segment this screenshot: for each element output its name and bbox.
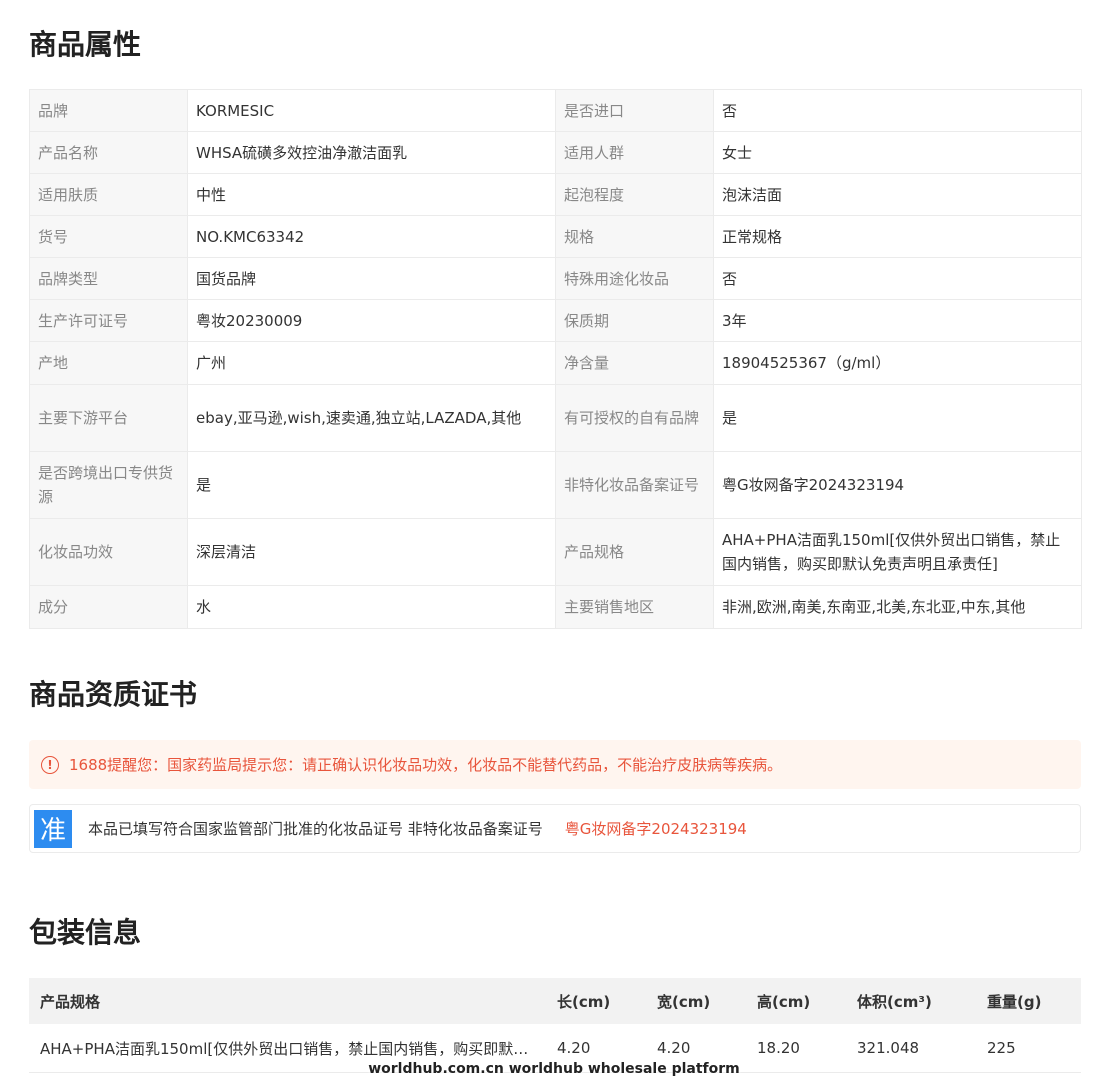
attribute-key: 有可授权的自有品牌 [555,384,714,452]
attribute-key: 净含量 [555,341,714,385]
attribute-value: 广州 [187,341,556,385]
attribute-value: 中性 [187,173,556,216]
attribute-key: 产品规格 [555,518,714,586]
attribute-key: 起泡程度 [555,173,714,216]
attribute-key: 产地 [29,341,188,385]
warning-icon: ! [41,755,59,774]
attribute-value: 粤G妆网备字2024323194 [713,451,1082,519]
attribute-value: 国货品牌 [187,257,556,300]
attribute-value: 3年 [713,299,1082,342]
attribute-key: 规格 [555,215,714,258]
attribute-row: 产地 广州 净含量 18904525367（g/ml） [29,341,1082,385]
attribute-value: 粤妆20230009 [187,299,556,342]
attribute-value: KORMESIC [187,89,556,132]
attribute-key: 适用肤质 [29,173,188,216]
certificate-row: 准 本品已填写符合国家监管部门批准的化妆品证号 非特化妆品备案证号 粤G妆网备字… [29,804,1081,853]
section-title-certificates: 商品资质证书 [29,678,198,711]
attribute-key: 是否跨境出口专供货源 [29,451,188,519]
package-header: 宽(cm) [646,978,746,1024]
attribute-value: 是 [713,384,1082,452]
attribute-key: 是否进口 [555,89,714,132]
attribute-value: 水 [187,585,556,629]
attribute-row: 成分水主要销售地区 非洲,欧洲,南美,东南亚,北美,东北亚,中东,其他 [29,585,1082,629]
attribute-key: 非特化妆品备案证号 [555,451,714,519]
attribute-row: 主要下游平台 ebay,亚马逊,wish,速卖通,独立站,LAZADA,其他 有可授… [29,384,1082,452]
package-header: 长(cm) [546,978,646,1024]
attribute-row: 品牌类型 国货品牌 特殊用途化妆品否 [29,257,1082,300]
attribute-value: 18904525367（g/ml） [713,341,1082,385]
attribute-key: 主要销售地区 [555,585,714,629]
attribute-row: 是否跨境出口专供货源是非特化妆品备案证号 粤G妆网备字2024323194 [29,451,1082,519]
attribute-row: 化妆品功效 深层清洁 产品规格 AHA+PHA洁面乳150ml[仅供外贸出口销售，禁止… [29,518,1082,586]
certificate-number-link[interactable]: 粤G妆网备字2024323194 [565,818,747,839]
attribute-key: 主要下游平台 [29,384,188,452]
attribute-value: ebay,亚马逊,wish,速卖通,独立站,LAZADA,其他 [187,384,556,452]
attribute-value: NO.KMC63342 [187,215,556,258]
attribute-key: 特殊用途化妆品 [555,257,714,300]
certificate-description: 本品已填写符合国家监管部门批准的化妆品证号 非特化妆品备案证号 [88,820,543,838]
attribute-value: 非洲,欧洲,南美,东南亚,北美,东北亚,中东,其他 [713,585,1082,629]
notice-text: 1688提醒您：国家药监局提示您：请正确认识化妆品功效，化妆品不能替代药品，不能… [69,756,783,774]
attribute-key: 品牌类型 [29,257,188,300]
attribute-value: AHA+PHA洁面乳150ml[仅供外贸出口销售，禁止国内销售，购买即默认免责声… [713,518,1082,586]
attribute-key: 生产许可证号 [29,299,188,342]
attribute-key: 产品名称 [29,131,188,174]
attribute-row: 产品名称 WHSA硫磺多效控油净澈洁面乳 适用人群 女士 [29,131,1082,174]
attribute-value: 泡沫洁面 [713,173,1082,216]
attributes-table: 品牌 KORMESIC 是否进口否产品名称 WHSA硫磺多效控油净澈洁面乳 适用人群 女士… [29,89,1082,629]
attribute-key: 适用人群 [555,131,714,174]
attribute-key: 品牌 [29,89,188,132]
attribute-row: 生产许可证号 粤妆20230009 保质期 3年 [29,299,1082,342]
attribute-value: 正常规格 [713,215,1082,258]
attribute-value: 否 [713,89,1082,132]
attribute-value: 深层清洁 [187,518,556,586]
attribute-key: 货号 [29,215,188,258]
attribute-value: 是 [187,451,556,519]
package-header: 高(cm) [746,978,846,1024]
package-header: 产品规格 [29,978,546,1024]
approval-badge-icon: 准 [34,809,72,848]
regulatory-notice: ! 1688提醒您：国家药监局提示您：请正确认识化妆品功效，化妆品不能替代药品，… [29,740,1081,789]
attribute-row: 适用肤质 中性 起泡程度 泡沫洁面 [29,173,1082,216]
section-title-attributes: 商品属性 [29,28,142,61]
attribute-value: 女士 [713,131,1082,174]
package-table: 产品规格 长(cm) 宽(cm) 高(cm) 体积(cm³) 重量(g) AHA+PHA洁… [29,978,1081,1073]
attribute-key: 化妆品功效 [29,518,188,586]
attribute-row: 货号 NO.KMC63342 规格 正常规格 [29,215,1082,258]
section-title-package: 包装信息 [29,916,142,949]
package-header: 体积(cm³) [846,978,976,1024]
attribute-key: 成分 [29,585,188,629]
attribute-value: 否 [713,257,1082,300]
attribute-key: 保质期 [555,299,714,342]
attribute-value: WHSA硫磺多效控油净澈洁面乳 [187,131,556,174]
attribute-row: 品牌 KORMESIC 是否进口否 [29,89,1082,132]
footer-watermark: worldhub.com.cn worldhub wholesale platf… [368,1061,740,1077]
package-header: 重量(g) [976,978,1081,1024]
